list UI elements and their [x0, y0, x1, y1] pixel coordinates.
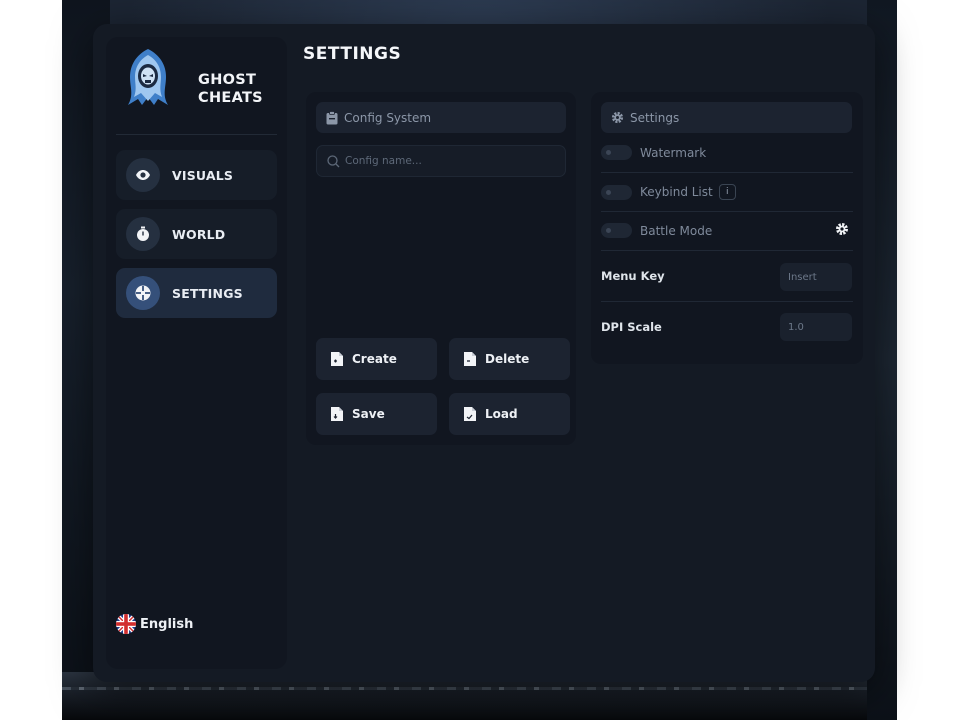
menu-key-label: Menu Key — [601, 269, 665, 283]
row-divider — [601, 250, 853, 251]
load-button-label: Load — [485, 407, 518, 421]
settings-panel-title: Settings — [630, 110, 680, 125]
dpi-scale-input[interactable] — [780, 313, 852, 341]
sidebar-item-visuals[interactable]: VISUALS — [116, 150, 277, 200]
row-divider — [601, 172, 853, 173]
sidebar-item-label: WORLD — [172, 226, 226, 242]
create-button[interactable]: Create — [316, 338, 437, 380]
delete-button-label: Delete — [485, 352, 530, 366]
file-icon — [331, 352, 343, 366]
info-badge[interactable]: i — [718, 184, 736, 200]
row-divider — [601, 211, 853, 212]
settings-panel: Settings Watermark Keybind List i Battle… — [591, 92, 863, 364]
sidebar: GHOST CHEATS VISUALS WORLD SETTINGS Engl… — [106, 37, 287, 669]
stopwatch-icon — [137, 226, 149, 241]
create-button-label: Create — [352, 352, 397, 366]
uk-flag-icon — [116, 614, 136, 634]
sidebar-divider — [116, 134, 277, 135]
file-icon — [331, 407, 343, 421]
brand-name: GHOST CHEATS — [198, 72, 263, 106]
dpi-scale-label: DPI Scale — [601, 320, 662, 334]
keybind-list-label: Keybind List — [640, 185, 713, 199]
page-title: SETTINGS — [303, 44, 402, 64]
settings-window: GHOST CHEATS VISUALS WORLD SETTINGS Engl… — [93, 24, 875, 682]
load-button[interactable]: Load — [449, 393, 570, 435]
battle-mode-label: Battle Mode — [640, 223, 713, 238]
sidebar-item-label: SETTINGS — [172, 285, 243, 301]
gear-icon[interactable] — [835, 222, 849, 236]
background-floor-stripe — [62, 687, 897, 690]
save-button-label: Save — [352, 407, 385, 421]
config-panel-title: Config System — [344, 110, 432, 125]
keybind-list-toggle[interactable] — [601, 184, 632, 200]
sidebar-item-world[interactable]: WORLD — [116, 209, 277, 259]
language-selector[interactable]: English — [116, 613, 193, 635]
nav-icon-container — [126, 276, 160, 310]
file-icon — [464, 352, 476, 366]
settings-panel-header: Settings — [601, 102, 852, 133]
ghost-hood-icon — [128, 49, 168, 105]
nav-icon-container — [126, 158, 160, 192]
save-button[interactable]: Save — [316, 393, 437, 435]
config-name-field[interactable] — [316, 145, 566, 177]
search-icon — [327, 154, 340, 167]
keybind-list-row: Keybind List i — [601, 184, 853, 200]
brand-logo: GHOST CHEATS — [124, 47, 284, 109]
file-icon — [464, 407, 476, 421]
watermark-row: Watermark — [601, 145, 853, 160]
config-panel: Config System Create Delete — [306, 92, 576, 445]
sidebar-item-settings[interactable]: SETTINGS — [116, 268, 277, 318]
language-label: English — [140, 616, 194, 632]
sidebar-item-label: VISUALS — [172, 167, 234, 183]
menu-key-input[interactable] — [780, 263, 852, 291]
config-panel-header: Config System — [316, 102, 566, 133]
battle-mode-toggle[interactable] — [601, 223, 632, 238]
crosshair-icon — [135, 285, 151, 301]
watermark-toggle[interactable] — [601, 145, 632, 160]
eye-icon — [136, 170, 150, 180]
config-name-input[interactable] — [345, 155, 555, 167]
row-divider — [601, 301, 853, 302]
watermark-label: Watermark — [640, 145, 707, 160]
delete-button[interactable]: Delete — [449, 338, 570, 380]
nav-icon-container — [126, 217, 160, 251]
battle-mode-row: Battle Mode — [601, 222, 853, 238]
gear-icon — [611, 111, 624, 124]
clipboard-icon — [326, 110, 338, 124]
